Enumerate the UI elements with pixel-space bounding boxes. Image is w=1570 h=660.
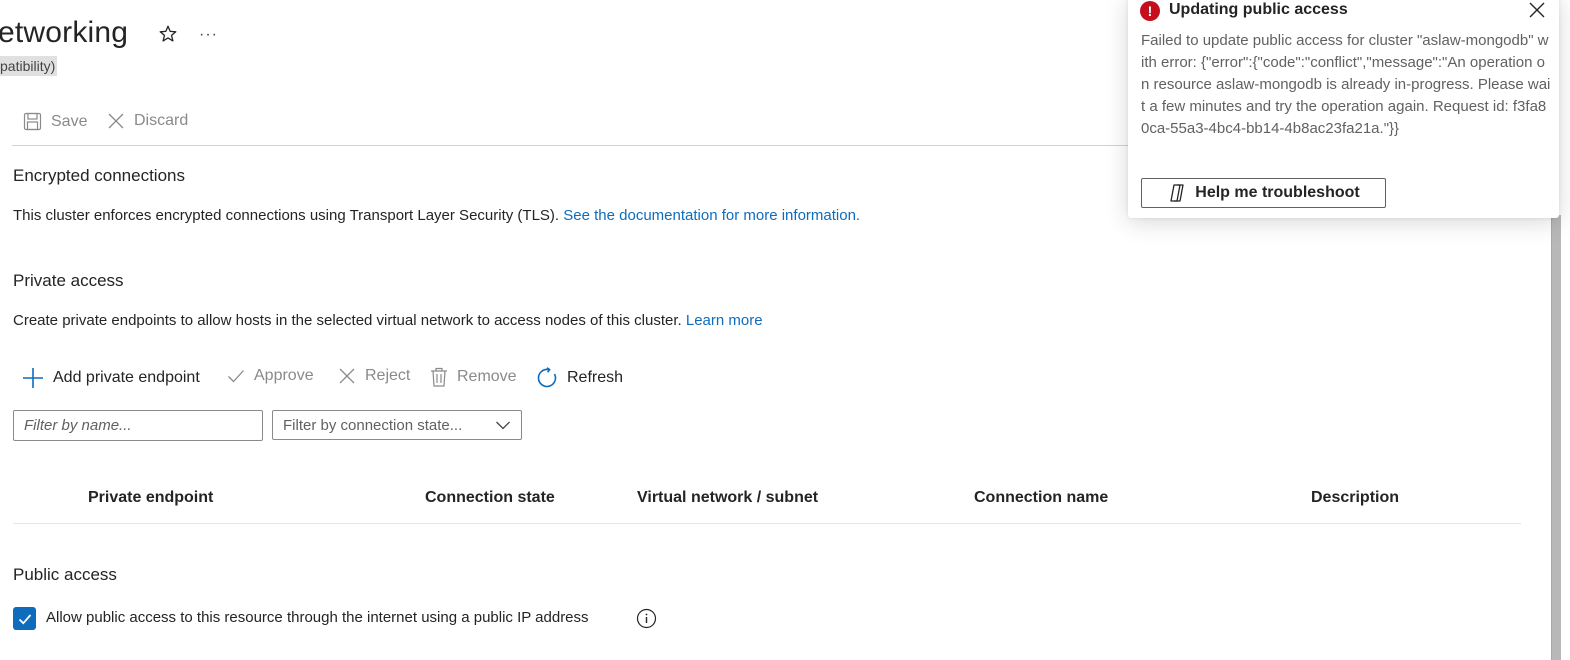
reject-label: Reject [365, 367, 411, 384]
help-me-troubleshoot-button[interactable]: Help me troubleshoot [1141, 178, 1386, 208]
private-access-heading: Private access [13, 271, 124, 290]
encrypted-connections-text: This cluster enforces encrypted connecti… [13, 207, 860, 224]
discard-icon [108, 113, 124, 129]
public-access-heading: Public access [13, 565, 117, 584]
table-header-divider [13, 523, 1521, 524]
remove-button[interactable]: Remove [430, 367, 517, 387]
learn-more-link[interactable]: Learn more [686, 312, 763, 329]
save-icon [23, 112, 42, 131]
star-icon[interactable] [158, 24, 178, 44]
column-header-description[interactable]: Description [1311, 489, 1399, 507]
notification-title: Updating public access [1169, 1, 1348, 18]
toolbar-divider [12, 145, 1142, 146]
connection-state-dropdown[interactable]: Filter by connection state... [272, 410, 522, 440]
column-header-private-endpoint[interactable]: Private endpoint [88, 489, 213, 507]
add-private-endpoint-button[interactable]: Add private endpoint [22, 367, 200, 389]
save-button[interactable]: Save [23, 112, 87, 131]
column-header-virtual-network[interactable]: Virtual network / subnet [637, 489, 818, 507]
encrypted-description: This cluster enforces encrypted connecti… [13, 207, 560, 224]
more-options-icon[interactable]: ··· [199, 26, 218, 44]
chevron-down-icon [496, 421, 510, 430]
copilot-icon [1170, 184, 1184, 202]
save-label: Save [51, 112, 88, 130]
checkmark-icon [228, 370, 244, 383]
add-icon [23, 368, 43, 388]
add-private-endpoint-label: Add private endpoint [53, 369, 200, 386]
discard-label: Discard [134, 112, 189, 129]
private-access-text: Create private endpoints to allow hosts … [13, 312, 763, 329]
column-header-connection-name[interactable]: Connection name [974, 489, 1108, 507]
encrypted-connections-heading: Encrypted connections [13, 166, 185, 185]
approve-button[interactable]: Approve [227, 367, 314, 385]
column-header-connection-state[interactable]: Connection state [425, 489, 555, 507]
scrollbar[interactable] [1551, 215, 1561, 660]
refresh-label: Refresh [567, 369, 624, 386]
help-me-troubleshoot-label: Help me troubleshoot [1195, 184, 1360, 201]
reject-button[interactable]: Reject [338, 367, 410, 385]
private-access-description: Create private endpoints to allow hosts … [13, 312, 682, 329]
error-notification: ! Updating public access Failed to updat… [1128, 0, 1559, 218]
public-access-checkbox[interactable] [13, 607, 36, 630]
public-access-checkbox-label[interactable]: Allow public access to this resource thr… [46, 609, 589, 626]
error-icon: ! [1140, 1, 1160, 21]
trash-icon [431, 367, 447, 387]
discard-button[interactable]: Discard [107, 112, 188, 130]
filter-by-name-input[interactable] [13, 410, 263, 441]
close-icon[interactable] [1527, 0, 1547, 20]
checkmark-icon [18, 613, 31, 625]
page-subtitle: patibility) [0, 56, 58, 76]
refresh-icon [537, 367, 557, 388]
documentation-link[interactable]: See the documentation for more informati… [563, 207, 860, 224]
close-icon [339, 368, 355, 384]
remove-label: Remove [457, 368, 517, 385]
connection-state-value: Filter by connection state... [283, 416, 463, 434]
approve-label: Approve [254, 367, 314, 384]
info-icon[interactable] [636, 608, 657, 629]
page-title: etworking [0, 16, 129, 49]
notification-message: Failed to update public access for clust… [1141, 32, 1551, 137]
refresh-button[interactable]: Refresh [536, 367, 623, 389]
